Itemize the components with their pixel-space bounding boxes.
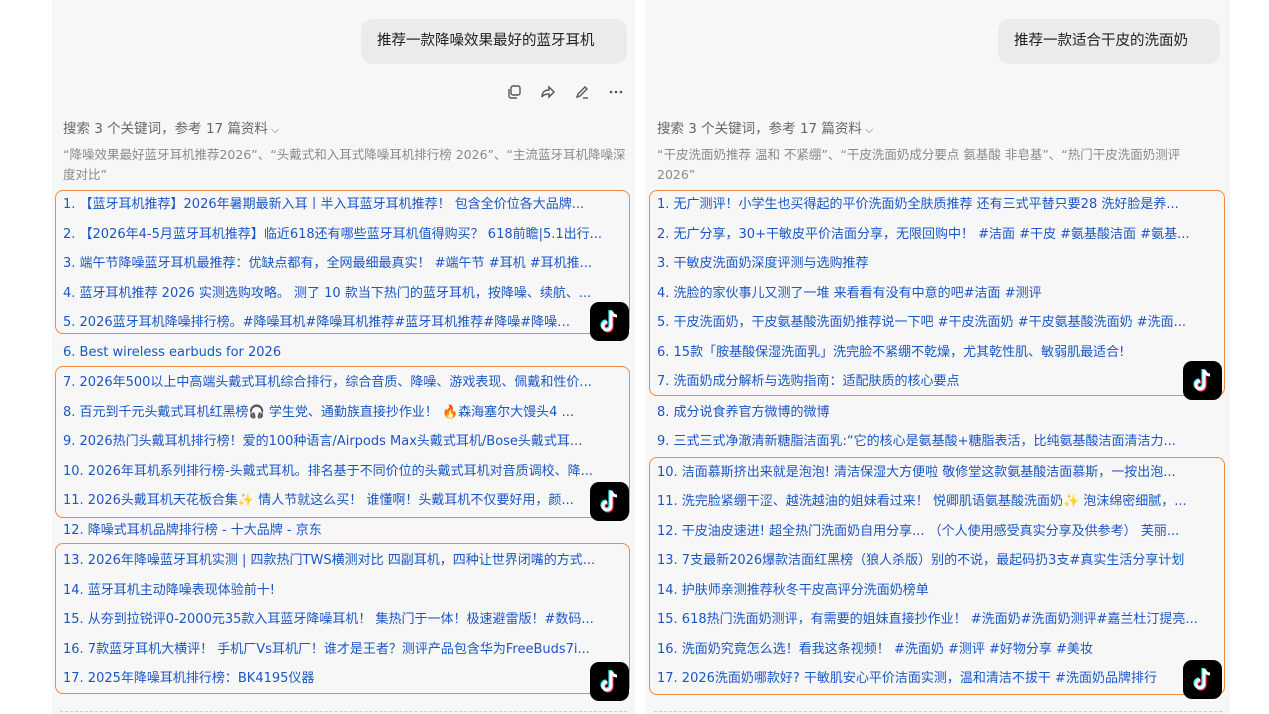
source-link[interactable]: 8. 百元到千元头戴式耳机红黑榜🎧 学生党、通勤族直接抄作业！ 🔥森海塞尔大馒头… [63,398,622,428]
share-icon[interactable] [538,82,558,102]
source-link[interactable]: 9. 2026热门头戴耳机排行榜！爱的100种语言/Airpods Max头戴式… [63,427,622,457]
source-link[interactable]: 13. 7支最新2026爆款洁面红黑榜（狼人杀版）别的不说，最起码扔3支#真实生… [657,546,1217,576]
source-link[interactable]: 4. 洗脸的家伙事儿又测了一堆 来看看有没有中意的吧#洁面 #测评 [657,279,1217,309]
search-summary-label: 搜索 3 个关键词，参考 17 篇资料 [657,121,862,137]
source-link[interactable]: 1. 无广测评！小学生也买得起的平价洗面奶全肤质推荐 还有三式平替只要28 洗好… [657,190,1217,220]
source-link[interactable]: 3. 端午节降噪蓝牙耳机最推荐：优缺点都有，全网最细最真实！ #端午节 #耳机 … [63,249,622,279]
source-link[interactable]: 14. 护肤师亲测推荐秋冬干皮高评分洗面奶榜单 [657,576,1217,606]
search-keywords: “干皮洗面奶推荐 温和 不紧绷”、“干皮洗面奶成分要点 氨基酸 非皂基”、“热门… [657,147,1181,182]
source-link[interactable]: 17. 2025年降噪耳机排行榜：BK4195仪器 [63,664,622,694]
divider [654,711,1222,712]
source-link[interactable]: 9. 三式三式净澈清新糖脂洁面乳:“它的核心是氨基酸+糖脂表活，比纯氨基酸洁面清… [657,427,1217,457]
tiktok-icon[interactable] [590,302,629,341]
source-link[interactable]: 11. 2026头戴耳机天花板合集✨ 情人节就这么买！ 谁懂啊！头戴耳机不仅要好… [63,486,622,516]
chat-panel-left: 推荐一款降噪效果最好的蓝牙耳机 搜索 3 个关键词，参考 17 篇资料 ⌵ “降噪… [52,0,635,714]
source-link[interactable]: 6. 15款「胺基酸保湿洗面乳」洗完脸不紧绷不乾燥，尤其乾性肌、敏弱肌最适合! [657,338,1217,368]
edit-icon[interactable] [572,82,592,102]
message-actions [504,82,626,102]
source-link[interactable]: 4. 蓝牙耳机推荐 2026 实测选购攻略。 测了 10 款当下热门的蓝牙耳机，… [63,279,622,309]
tiktok-icon[interactable] [590,482,629,521]
chevron-down-icon: ⌵ [864,123,874,136]
more-icon[interactable] [606,82,626,102]
source-link[interactable]: 5. 干皮洗面奶，干皮氨基酸洗面奶推荐说一下吧 #干皮洗面奶 #干皮氨基酸洗面奶… [657,308,1217,338]
source-link[interactable]: 2. 无广分享，30+干敏皮平价洁面分享，无限回购中！ #洁面 #干皮 #氨基酸… [657,220,1217,250]
source-link[interactable]: 13. 2026年降噪蓝牙耳机实测 | 四款热门TWS横测对比 四副耳机，四种让… [63,546,622,576]
source-link[interactable]: 16. 洗面奶究竟怎么选！看我这条视频！ #洗面奶 #测评 #好物分享 #美妆 [657,635,1217,665]
source-link[interactable]: 10. 2026年耳机系列排行榜-头戴式耳机。排名基于不同价位的头戴式耳机对音质… [63,457,622,487]
source-link[interactable]: 12. 干皮油皮速进! 超全热门洗面奶自用分享... （个人使用感受真实分享及供… [657,517,1217,547]
chevron-down-icon: ⌵ [270,123,280,136]
source-list: 1. 【蓝牙耳机推荐】2026年暑期最新入耳丨半入耳蓝牙耳机推荐！ 包含全价位各… [63,190,622,694]
source-link[interactable]: 7. 2026年500以上中高端头戴式耳机综合排行，综合音质、降噪、游戏表现、佩… [63,368,622,398]
tiktok-icon[interactable] [590,662,629,701]
chat-panel-right: 推荐一款适合干皮的洗面奶 搜索 3 个关键词，参考 17 篇资料 ⌵ “干皮洗面奶… [646,0,1230,714]
user-query-bubble: 推荐一款降噪效果最好的蓝牙耳机 [361,19,627,64]
source-link[interactable]: 15. 618热门洗面奶测评，有需要的姐妹直接抄作业！ #洗面奶#洗面奶测评#嘉… [657,605,1217,635]
source-link[interactable]: 8. 成分说食养官方微博的微博 [657,398,1217,428]
copy-icon[interactable] [504,82,524,102]
search-keywords: “降噪效果最好蓝牙耳机推荐2026”、“头戴式和入耳式降噪耳机排行榜 2026”… [63,147,626,182]
source-link[interactable]: 12. 降噪式耳机品牌排行榜 - 十大品牌 - 京东 [63,516,622,546]
source-list: 1. 无广测评！小学生也买得起的平价洗面奶全肤质推荐 还有三式平替只要28 洗好… [657,190,1217,694]
source-link[interactable]: 6. Best wireless earbuds for 2026 [63,338,622,368]
search-summary[interactable]: 搜索 3 个关键词，参考 17 篇资料 ⌵ [657,117,873,137]
source-link[interactable]: 5. 2026蓝牙耳机降噪排行榜。#降噪耳机#降噪耳机推荐#蓝牙耳机推荐#降噪#… [63,308,622,338]
search-summary-label: 搜索 3 个关键词，参考 17 篇资料 [63,121,268,137]
source-link[interactable]: 17. 2026洗面奶哪款好? 干敏肌安心平价洁面实测，温和清洁不拔干 #洗面奶… [657,664,1217,694]
search-summary[interactable]: 搜索 3 个关键词，参考 17 篇资料 ⌵ [63,117,279,137]
tiktok-icon[interactable] [1183,660,1222,699]
source-link[interactable]: 2. 【2026年4-5月蓝牙耳机推荐】临近618还有哪些蓝牙耳机值得购买？ 6… [63,220,622,250]
tiktok-icon[interactable] [1183,361,1222,400]
source-link[interactable]: 11. 洗完脸紧绷干涩、越洗越油的姐妹看过来！ 悦卿肌语氨基酸洗面奶✨ 泡沫绵密… [657,487,1217,517]
user-query-bubble: 推荐一款适合干皮的洗面奶 [998,19,1220,64]
source-link[interactable]: 10. 洁面慕斯挤出来就是泡泡! 清洁保湿大方便啦 敬修堂这款氨基酸洁面慕斯，一… [657,458,1217,488]
source-link[interactable]: 3. 干敏皮洗面奶深度评测与选购推荐 [657,249,1217,279]
source-link[interactable]: 14. 蓝牙耳机主动降噪表现体验前十! [63,576,622,606]
divider [60,711,627,712]
source-link[interactable]: 7. 洗面奶成分解析与选购指南：适配肤质的核心要点 [657,367,1217,397]
source-link[interactable]: 1. 【蓝牙耳机推荐】2026年暑期最新入耳丨半入耳蓝牙耳机推荐！ 包含全价位各… [63,190,622,220]
source-link[interactable]: 16. 7款蓝牙耳机大横评！ 手机厂Vs耳机厂！谁才是王者？测评产品包含华为Fr… [63,635,622,665]
source-link[interactable]: 15. 从夯到拉锐评0-2000元35款入耳蓝牙降噪耳机！ 集热门于一体！极速避… [63,605,622,635]
